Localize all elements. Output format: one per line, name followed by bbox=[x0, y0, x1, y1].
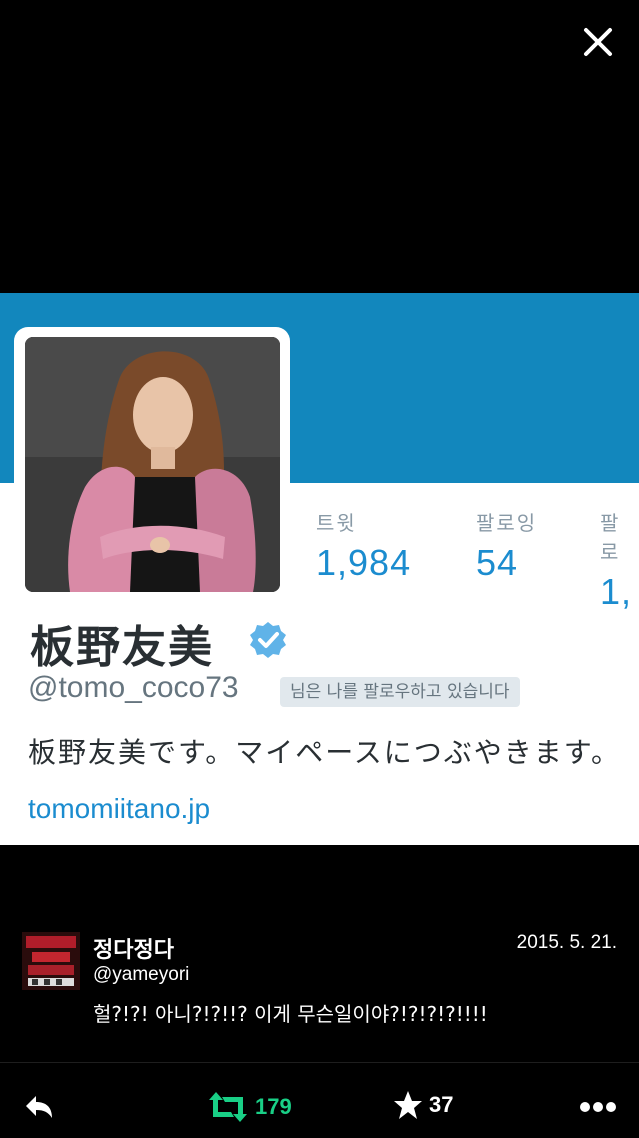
favorite-button[interactable]: 37 bbox=[393, 1090, 453, 1120]
stat-following-value: 54 bbox=[476, 542, 519, 583]
stat-tweets[interactable]: 트윗 1,984 bbox=[316, 507, 411, 584]
tweet-text: 헐?!?! 아니?!?!!? 이게 무슨일이야?!?!?!?!!!! bbox=[93, 1002, 488, 1026]
reply-icon bbox=[26, 1096, 52, 1118]
star-icon bbox=[394, 1091, 422, 1119]
profile-avatar-frame bbox=[14, 327, 290, 603]
profile-name: 板野友美 bbox=[30, 622, 214, 673]
author-name[interactable]: 정다정다 bbox=[93, 932, 174, 964]
stat-tweets-value: 1,984 bbox=[316, 542, 412, 583]
stat-followers-label: 팔로 bbox=[600, 511, 621, 564]
retweet-count: 179 bbox=[255, 1094, 292, 1119]
stat-followers[interactable]: 팔로 1, bbox=[600, 507, 639, 613]
favorite-count: 37 bbox=[429, 1092, 454, 1117]
verified-badge-icon bbox=[250, 622, 286, 658]
tweet-image[interactable]: 트윗 1,984 팔로잉 54 팔로 1, 板野友美 @tomo_coco73 … bbox=[0, 293, 639, 845]
retweet-button[interactable]: 179 bbox=[207, 1090, 292, 1124]
tweet-timestamp: 2015. 5. 21. bbox=[516, 932, 617, 953]
profile-avatar bbox=[25, 337, 280, 592]
retweet-icon bbox=[209, 1092, 247, 1122]
stat-following-label: 팔로잉 bbox=[476, 511, 538, 535]
reply-button[interactable] bbox=[22, 1090, 56, 1124]
more-icon bbox=[580, 1102, 616, 1112]
profile-bio: 板野友美です。マイペースにつぶやきます。 bbox=[28, 736, 622, 769]
profile-url: tomomiitano.jp bbox=[28, 793, 211, 824]
author-handle[interactable]: @yameyori bbox=[93, 964, 189, 986]
profile-handle: @tomo_coco73 bbox=[28, 671, 239, 704]
divider bbox=[0, 1062, 639, 1063]
stat-tweets-label: 트윗 bbox=[316, 511, 357, 535]
close-button[interactable] bbox=[578, 22, 618, 62]
more-button[interactable] bbox=[578, 1090, 618, 1124]
close-icon bbox=[584, 28, 612, 56]
follows-you-badge: 님은 나를 팔로우하고 있습니다 bbox=[280, 677, 520, 707]
stat-followers-value: 1, bbox=[600, 571, 633, 612]
stat-following[interactable]: 팔로잉 54 bbox=[476, 507, 537, 584]
author-avatar[interactable] bbox=[22, 932, 80, 990]
